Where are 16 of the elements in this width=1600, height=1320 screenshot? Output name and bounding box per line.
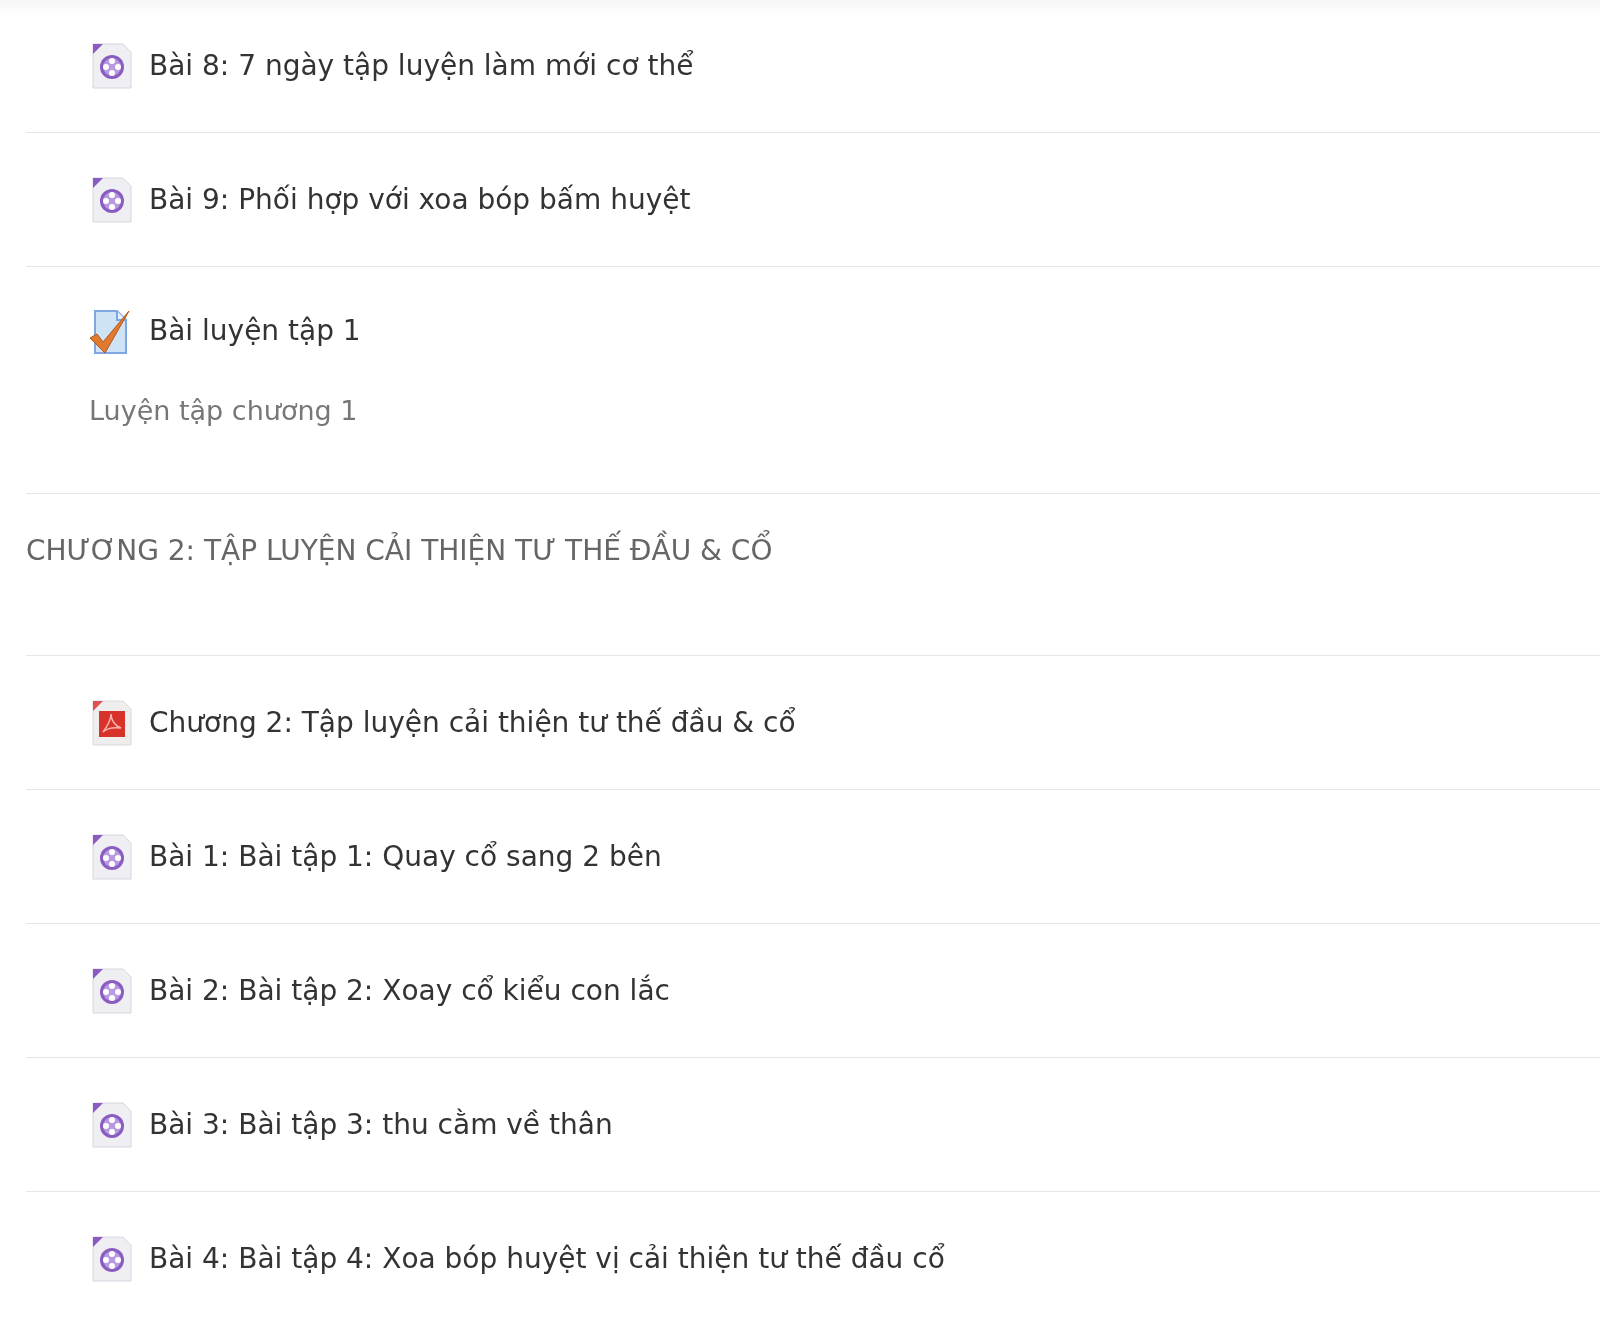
film-reel-icon [89,1100,133,1149]
activity-link[interactable]: Bài 3: Bài tập 3: thu cằm về thân [149,1107,613,1142]
activity-link[interactable]: Bài 4: Bài tập 4: Xoa bóp huyệt vị cải thiện tư thế đầu cổ [149,1241,945,1276]
activity-link[interactable]: Chương 2: Tập luyện cải thiện tư thế đầu & cổ [149,705,796,740]
film-reel-icon [89,175,133,224]
activity-link[interactable]: Bài luyện tập 1 [149,314,361,348]
activity-description: Luyện tập chương 1 [89,394,359,428]
activity-link[interactable]: Bài 8: 7 ngày tập luyện làm mới cơ thể [149,49,694,83]
pdf-icon [89,698,133,747]
film-reel-icon [89,966,133,1015]
film-reel-icon [89,42,133,90]
activity-link[interactable]: Bài 1: Bài tập 1: Quay cổ sang 2 bên [149,839,662,874]
film-reel-icon [89,1234,133,1283]
activity-link[interactable]: Bài 9: Phối hợp với xoa bóp bấm huyệt [149,182,691,217]
film-reel-icon [89,832,133,881]
activity-link[interactable]: Bài 2: Bài tập 2: Xoay cổ kiểu con lắc [149,973,670,1008]
